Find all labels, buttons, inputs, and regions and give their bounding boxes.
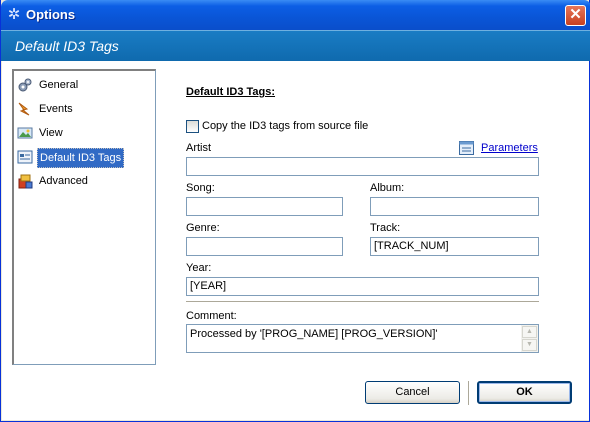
artist-label: Artist	[186, 142, 212, 154]
window-title: Options	[26, 7, 76, 22]
title-bar[interactable]: ✲ Options ✕	[1, 0, 590, 30]
comment-field[interactable]: Processed by '[PROG_NAME] [PROG_VERSION]…	[186, 324, 539, 353]
genre-field[interactable]	[186, 237, 343, 256]
ok-button[interactable]: OK	[477, 381, 572, 404]
album-label: Album:	[370, 182, 405, 194]
nav-label-general: General	[39, 79, 79, 91]
page-title: Default ID3 Tags	[15, 38, 119, 54]
advanced-icon	[18, 174, 33, 189]
song-label: Song:	[186, 182, 215, 194]
section-title: Default ID3 Tags:	[186, 86, 276, 98]
genre-label: Genre:	[186, 222, 220, 234]
scroll-down-arrow-icon[interactable]: ▼	[522, 339, 537, 351]
page-header: Default ID3 Tags	[1, 30, 590, 61]
comment-text: Processed by '[PROG_NAME] [PROG_VERSION]…	[190, 328, 438, 340]
year-field[interactable]: [YEAR]	[186, 277, 539, 296]
id3-tags-icon	[17, 150, 33, 164]
nav-label-events: Events	[39, 103, 73, 115]
cancel-button[interactable]: Cancel	[365, 381, 460, 404]
artist-field[interactable]	[186, 157, 539, 176]
nav-label-advanced: Advanced	[39, 175, 88, 187]
view-icon	[17, 127, 33, 139]
close-button[interactable]: ✕	[565, 5, 586, 26]
album-field[interactable]	[370, 197, 539, 216]
parameters-icon[interactable]	[459, 141, 474, 155]
scroll-up-arrow-icon[interactable]: ▲	[522, 326, 537, 338]
copy-tags-checkbox[interactable]	[186, 120, 199, 133]
gears-icon	[18, 78, 32, 92]
track-label: Track:	[370, 222, 401, 234]
comment-label: Comment:	[186, 310, 237, 322]
nav-label-view: View	[39, 127, 63, 139]
track-field[interactable]: [TRACK_NUM]	[370, 237, 539, 256]
song-field[interactable]	[186, 197, 343, 216]
options-dialog: ✲ Options ✕ Default ID3 Tags General Eve…	[0, 0, 590, 422]
comment-scrollbar[interactable]: ▲ ▼	[521, 325, 538, 352]
copy-tags-label[interactable]: Copy the ID3 tags from source file	[202, 120, 368, 132]
button-separator	[468, 381, 470, 405]
form-divider	[186, 301, 539, 303]
gear-icon: ✲	[7, 6, 21, 23]
year-label: Year:	[186, 262, 212, 274]
nav-label-default-id3-tags: Default ID3 Tags	[37, 148, 125, 168]
options-nav: General Events View Default ID3 Tags Adv…	[12, 69, 156, 365]
events-icon	[18, 102, 30, 116]
parameters-link[interactable]: Parameters	[481, 142, 538, 154]
